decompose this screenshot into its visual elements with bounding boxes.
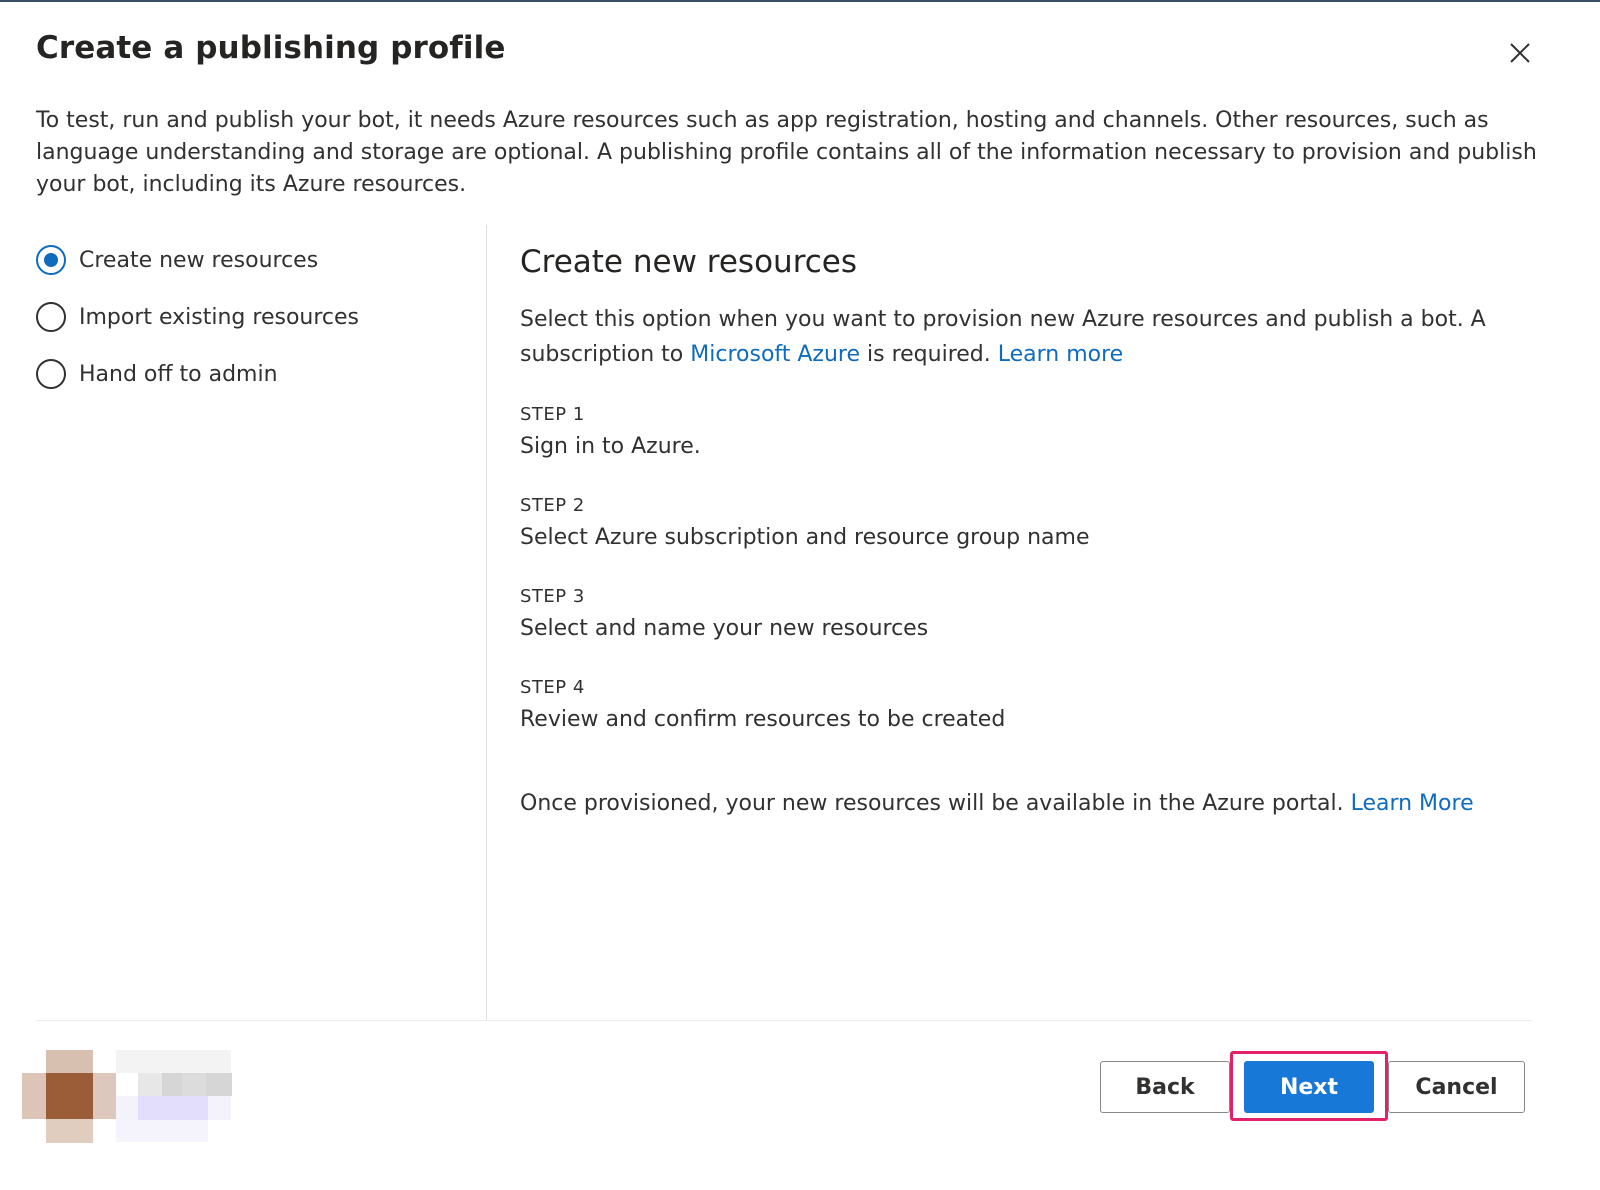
step-label: STEP 4 [520,677,585,698]
footer-divider [36,1020,1532,1021]
step-text: Sign in to Azure. [520,434,701,459]
microsoft-azure-link[interactable]: Microsoft Azure [690,342,860,367]
radio-selected[interactable] [36,245,66,275]
option-label: Hand off to admin [79,361,278,387]
dialog-title: Create a publishing profile [36,30,506,66]
step-item: STEP 1 Sign in to Azure. [520,402,1530,464]
learn-more-portal-link[interactable]: Learn More [1351,791,1474,816]
provisioning-note-text: Once provisioned, your new resources wil… [520,791,1351,816]
back-button[interactable]: Back [1100,1061,1230,1113]
panel-heading: Create new resources [520,244,858,280]
panel-intro: Select this option when you want to prov… [520,302,1530,372]
step-item: STEP 4 Review and confirm resources to b… [520,675,1530,737]
option-label: Create new resources [79,247,319,273]
dialog-description: To test, run and publish your bot, it ne… [36,108,1537,197]
radio-unselected[interactable] [36,359,66,389]
resource-option-group: Create new resources Import existing res… [36,240,476,411]
step-text: Select and name your new resources [520,616,929,641]
step-item: STEP 3 Select and name your new resource… [520,584,1530,646]
provisioning-note: Once provisioned, your new resources wil… [520,786,1474,822]
cancel-button[interactable]: Cancel [1388,1061,1525,1113]
step-item: STEP 2 Select Azure subscription and res… [520,493,1530,555]
close-button[interactable] [1500,34,1540,74]
option-import-existing-resources[interactable]: Import existing resources [36,297,476,337]
option-create-new-resources[interactable]: Create new resources [36,240,476,280]
next-button[interactable]: Next [1244,1061,1374,1113]
step-text: Select Azure subscription and resource g… [520,525,1090,550]
details-panel: Create new resources Select this option … [520,240,1530,766]
learn-more-link[interactable]: Learn more [998,342,1123,367]
step-label: STEP 3 [520,586,585,607]
radio-unselected[interactable] [36,302,66,332]
option-label: Import existing resources [79,304,360,330]
blurred-avatar [22,1026,262,1146]
publishing-profile-dialog: Create a publishing profile To test, run… [0,0,1600,1190]
close-icon [1500,34,1540,74]
step-label: STEP 2 [520,495,585,516]
top-edge [0,0,1600,2]
step-text: Review and confirm resources to be creat… [520,707,1006,732]
step-label: STEP 1 [520,404,585,425]
option-hand-off-to-admin[interactable]: Hand off to admin [36,354,476,394]
steps-list: STEP 1 Sign in to Azure. STEP 2 Select A… [520,402,1530,737]
vertical-divider [486,225,487,1020]
intro-text-end: is required. [860,342,998,367]
